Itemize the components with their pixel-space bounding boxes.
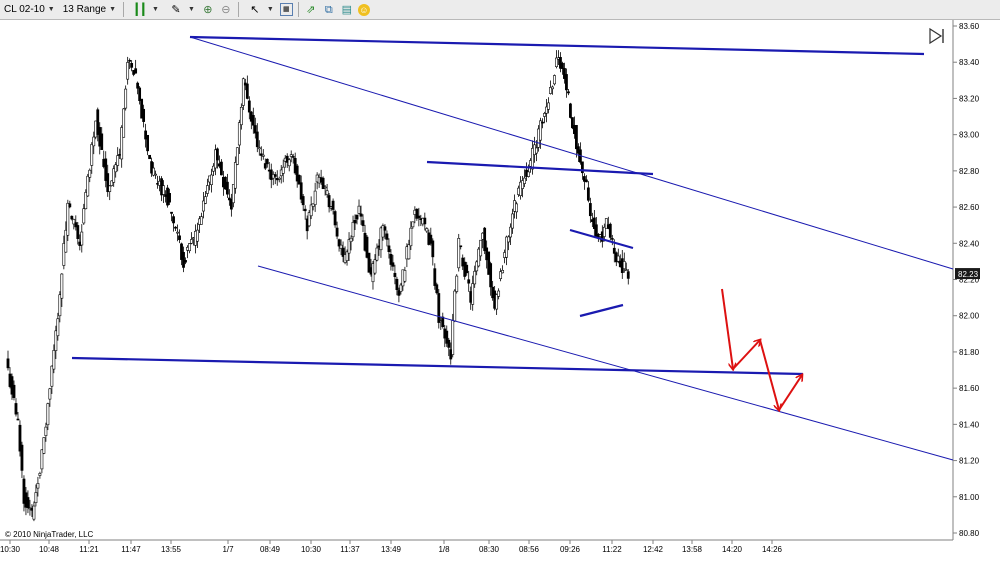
- y-tick-label: 81.20: [959, 457, 980, 466]
- candle: [435, 282, 439, 295]
- x-tick-label: 08:49: [260, 545, 281, 554]
- x-tick-label: 14:20: [722, 545, 743, 554]
- cursor-mode-button[interactable]: ↖ ▼: [242, 1, 278, 19]
- instrument-label: CL 02-10: [4, 4, 45, 15]
- price-axis[interactable]: 83.6083.4083.2083.0082.8082.6082.4082.20…: [953, 22, 980, 538]
- last-price-label: 82.23: [958, 270, 979, 279]
- chevron-down-icon: ▼: [187, 6, 195, 13]
- candle: [453, 289, 457, 323]
- x-tick-label: 08:30: [479, 545, 500, 554]
- y-tick-label: 80.80: [959, 529, 980, 538]
- price-chart[interactable]: 83.6083.4083.2083.0082.8082.6082.4082.20…: [0, 0, 1000, 562]
- x-tick-label: 10:48: [39, 545, 60, 554]
- x-tick-label: 14:26: [762, 545, 783, 554]
- zoom-in-icon[interactable]: ⊕: [201, 3, 215, 17]
- candle: [148, 154, 152, 160]
- time-axis[interactable]: 10:30 10:48 11:21 11:47 13:55 1/7 08:49 10:30 11…: [0, 540, 783, 554]
- candlestick-icon: ┃┃: [133, 3, 147, 16]
- last-price-marker: 82.23: [955, 268, 980, 280]
- candle: [455, 274, 459, 294]
- candle: [569, 102, 572, 119]
- x-tick-label: 1/7: [222, 545, 234, 554]
- y-tick-label: 82.00: [959, 312, 980, 321]
- indicators-icon[interactable]: ⇗: [304, 3, 318, 17]
- candle: [437, 289, 441, 329]
- x-tick-label: 13:58: [682, 545, 703, 554]
- x-tick-label: 13:55: [161, 545, 182, 554]
- properties-icon[interactable]: ▤: [340, 3, 354, 17]
- x-tick-label: 09:26: [560, 545, 581, 554]
- chevron-down-icon: ▼: [266, 6, 274, 13]
- candle: [235, 147, 239, 166]
- x-tick-label: 11:37: [340, 545, 360, 554]
- chevron-down-icon: ▼: [47, 6, 55, 13]
- x-tick-label: 12:42: [643, 545, 664, 554]
- chart-style-button[interactable]: ┃┃ ▼: [127, 1, 163, 19]
- x-tick-label: 11:21: [79, 545, 99, 554]
- candle: [608, 222, 612, 241]
- shortcuts-icon[interactable]: ☺: [357, 3, 370, 16]
- pointer-icon: ↖: [250, 3, 260, 16]
- copyright-text: © 2010 NinjaTrader, LLC: [5, 530, 94, 539]
- x-tick-label: 08:56: [519, 545, 540, 554]
- x-tick-label: 13:49: [381, 545, 402, 554]
- candle: [124, 85, 128, 111]
- y-tick-label: 82.80: [959, 167, 980, 176]
- candle: [457, 233, 461, 272]
- plot-area[interactable]: [0, 20, 953, 540]
- candle: [241, 77, 245, 111]
- y-tick-label: 81.00: [959, 493, 980, 502]
- y-tick-label: 82.60: [959, 203, 980, 212]
- drawing-tools-button[interactable]: ✎ ▼: [163, 1, 199, 19]
- x-tick-label: 11:22: [602, 545, 622, 554]
- instrument-selector[interactable]: CL 02-10 ▼: [0, 1, 59, 19]
- y-tick-label: 83.00: [959, 131, 980, 140]
- pencil-icon: ✎: [171, 3, 181, 16]
- y-tick-label: 83.60: [959, 22, 980, 31]
- candle: [122, 108, 126, 138]
- x-tick-label: 11:47: [121, 545, 141, 554]
- toolbar-divider: [123, 2, 125, 17]
- candle: [333, 209, 337, 228]
- toolbar-divider: [237, 2, 239, 17]
- y-tick-label: 81.60: [959, 384, 980, 393]
- zoom-out-icon[interactable]: ⊖: [219, 3, 233, 17]
- chevron-down-icon: ▼: [109, 6, 117, 13]
- strategies-icon[interactable]: ⧉: [322, 3, 336, 17]
- chevron-down-icon: ▼: [152, 6, 159, 13]
- y-tick-label: 81.40: [959, 420, 980, 429]
- y-tick-label: 83.40: [959, 58, 980, 67]
- toolbar-divider: [297, 2, 299, 17]
- candle: [553, 74, 556, 86]
- y-tick-label: 82.40: [959, 239, 980, 248]
- data-box-icon[interactable]: ▦: [279, 3, 293, 16]
- x-tick-label: 1/8: [438, 545, 450, 554]
- candle: [42, 437, 46, 455]
- x-tick-label: 10:30: [0, 545, 21, 554]
- bar-type-label: 13 Range: [62, 4, 107, 15]
- x-tick-label: 10:30: [301, 545, 322, 554]
- chart-toolbar: CL 02-10 ▼ 13 Range ▼ ┃┃ ▼ ✎ ▼ ⊕ ⊖ ↖ ▼ ▦…: [0, 0, 1000, 20]
- y-tick-label: 81.80: [959, 348, 980, 357]
- bar-type-selector[interactable]: 13 Range ▼: [59, 1, 120, 19]
- y-tick-label: 83.20: [959, 94, 980, 103]
